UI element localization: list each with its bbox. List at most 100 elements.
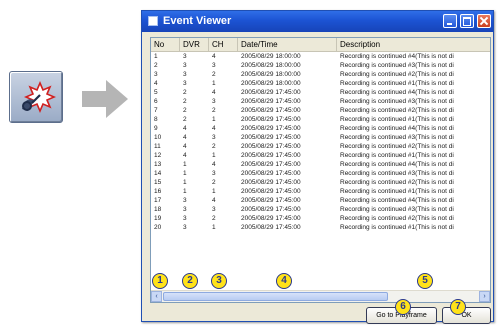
cell-datetime: 2005/08/29 18:00:00 bbox=[241, 53, 301, 60]
cell-no: 16 bbox=[154, 188, 162, 195]
cell-dvr: 3 bbox=[183, 80, 187, 87]
cell-no: 6 bbox=[154, 98, 158, 105]
cell-ch: 4 bbox=[212, 197, 216, 204]
cell-description: Recording is continued #4(This is not di bbox=[340, 125, 454, 132]
cell-ch: 2 bbox=[212, 71, 216, 78]
cell-ch: 4 bbox=[212, 125, 216, 132]
cell-datetime: 2005/08/29 17:45:00 bbox=[241, 143, 301, 150]
table-row[interactable]: 9 4 4 2005/08/29 17:45:00 Recording is conti… bbox=[151, 124, 490, 133]
scroll-right-icon[interactable]: › bbox=[479, 291, 490, 302]
cell-description: Recording is continued #2(This is not di bbox=[340, 215, 454, 222]
table-row[interactable]: 7 2 2 2005/08/29 17:45:00 Recording is conti… bbox=[151, 106, 490, 115]
cell-no: 17 bbox=[154, 197, 162, 204]
cell-ch: 1 bbox=[212, 80, 216, 87]
cell-dvr: 3 bbox=[183, 224, 187, 231]
table-row[interactable]: 16 1 1 2005/08/29 17:45:00 Recording is cont… bbox=[151, 187, 490, 196]
callout-4: 4 bbox=[276, 273, 292, 289]
cell-datetime: 2005/08/29 17:45:00 bbox=[241, 179, 301, 186]
cell-description: Recording is continued #1(This is not di bbox=[340, 224, 454, 231]
cell-description: Recording is continued #4(This is not di bbox=[340, 197, 454, 204]
cell-dvr: 2 bbox=[183, 89, 187, 96]
table-row[interactable]: 5 2 4 2005/08/29 17:45:00 Recording is conti… bbox=[151, 88, 490, 97]
cell-no: 15 bbox=[154, 179, 162, 186]
callout-7: 7 bbox=[450, 299, 466, 315]
cell-datetime: 2005/08/29 17:45:00 bbox=[241, 125, 301, 132]
table-row[interactable]: 3 3 2 2005/08/29 18:00:00 Recording is conti… bbox=[151, 70, 490, 79]
maximize-button[interactable] bbox=[460, 14, 474, 28]
event-viewer-launch-button[interactable] bbox=[9, 71, 63, 123]
column-header-no[interactable]: No bbox=[151, 38, 180, 51]
table-row[interactable]: 12 4 1 2005/08/29 17:45:00 Recording is cont… bbox=[151, 151, 490, 160]
cell-datetime: 2005/08/29 17:45:00 bbox=[241, 206, 301, 213]
ok-button[interactable]: OK bbox=[442, 307, 491, 324]
cell-no: 9 bbox=[154, 125, 158, 132]
cell-datetime: 2005/08/29 17:45:00 bbox=[241, 152, 301, 159]
cell-no: 12 bbox=[154, 152, 162, 159]
table-row[interactable]: 6 2 3 2005/08/29 17:45:00 Recording is conti… bbox=[151, 97, 490, 106]
event-list[interactable]: No DVR CH Date/Time Description 1 3 4 2005/… bbox=[150, 37, 491, 303]
cell-dvr: 4 bbox=[183, 125, 187, 132]
cell-ch: 1 bbox=[212, 116, 216, 123]
title-bar[interactable]: Event Viewer bbox=[142, 11, 493, 32]
list-rows: 1 3 4 2005/08/29 18:00:00 Recording is conti… bbox=[151, 52, 490, 232]
table-row[interactable]: 20 3 1 2005/08/29 17:45:00 Recording is cont… bbox=[151, 223, 490, 232]
table-row[interactable]: 11 4 2 2005/08/29 17:45:00 Recording is cont… bbox=[151, 142, 490, 151]
cell-no: 5 bbox=[154, 89, 158, 96]
table-row[interactable]: 15 1 2 2005/08/29 17:45:00 Recording is cont… bbox=[151, 178, 490, 187]
table-row[interactable]: 8 2 1 2005/08/29 17:45:00 Recording is conti… bbox=[151, 115, 490, 124]
cell-datetime: 2005/08/29 17:45:00 bbox=[241, 170, 301, 177]
cell-ch: 2 bbox=[212, 215, 216, 222]
table-row[interactable]: 10 4 3 2005/08/29 17:45:00 Recording is cont… bbox=[151, 133, 490, 142]
cell-datetime: 2005/08/29 17:45:00 bbox=[241, 89, 301, 96]
cell-datetime: 2005/08/29 17:45:00 bbox=[241, 107, 301, 114]
column-header-dvr[interactable]: DVR bbox=[180, 38, 209, 51]
callout-5: 5 bbox=[417, 273, 433, 289]
scroll-left-icon[interactable]: ‹ bbox=[151, 291, 162, 302]
cell-ch: 4 bbox=[212, 89, 216, 96]
cell-dvr: 2 bbox=[183, 107, 187, 114]
cell-no: 18 bbox=[154, 206, 162, 213]
cell-description: Recording is continued #4(This is not di bbox=[340, 161, 454, 168]
cell-ch: 4 bbox=[212, 161, 216, 168]
table-row[interactable]: 1 3 4 2005/08/29 18:00:00 Recording is conti… bbox=[151, 52, 490, 61]
cell-no: 2 bbox=[154, 62, 158, 69]
window-app-icon bbox=[148, 16, 158, 26]
scrollbar-thumb[interactable] bbox=[163, 292, 388, 301]
cell-description: Recording is continued #1(This is not di bbox=[340, 80, 454, 87]
callout-2: 2 bbox=[182, 273, 198, 289]
table-row[interactable]: 13 1 4 2005/08/29 17:45:00 Recording is cont… bbox=[151, 160, 490, 169]
table-row[interactable]: 19 3 2 2005/08/29 17:45:00 Recording is cont… bbox=[151, 214, 490, 223]
close-button[interactable] bbox=[477, 14, 491, 28]
column-header-description[interactable]: Description bbox=[337, 38, 490, 51]
table-row[interactable]: 18 3 3 2005/08/29 17:45:00 Recording is cont… bbox=[151, 205, 490, 214]
cell-datetime: 2005/08/29 17:45:00 bbox=[241, 197, 301, 204]
cell-dvr: 2 bbox=[183, 98, 187, 105]
cell-description: Recording is continued #3(This is not di bbox=[340, 134, 454, 141]
minimize-button[interactable] bbox=[443, 14, 457, 28]
table-row[interactable]: 17 3 4 2005/08/29 17:45:00 Recording is cont… bbox=[151, 196, 490, 205]
arrow-right-icon bbox=[82, 80, 128, 118]
column-header-ch[interactable]: CH bbox=[209, 38, 238, 51]
window-title: Event Viewer bbox=[163, 15, 232, 27]
table-row[interactable]: 2 3 3 2005/08/29 18:00:00 Recording is conti… bbox=[151, 61, 490, 70]
cell-no: 1 bbox=[154, 53, 158, 60]
cell-datetime: 2005/08/29 18:00:00 bbox=[241, 80, 301, 87]
table-row[interactable]: 14 1 3 2005/08/29 17:45:00 Recording is cont… bbox=[151, 169, 490, 178]
cell-description: Recording is continued #3(This is not di bbox=[340, 206, 454, 213]
cell-description: Recording is continued #2(This is not di bbox=[340, 107, 454, 114]
table-row[interactable]: 4 3 1 2005/08/29 18:00:00 Recording is conti… bbox=[151, 79, 490, 88]
horizontal-scrollbar[interactable]: ‹ › bbox=[151, 290, 490, 302]
cell-no: 13 bbox=[154, 161, 162, 168]
cell-description: Recording is continued #2(This is not di bbox=[340, 179, 454, 186]
cell-ch: 3 bbox=[212, 62, 216, 69]
cell-datetime: 2005/08/29 18:00:00 bbox=[241, 71, 301, 78]
cell-ch: 3 bbox=[212, 98, 216, 105]
cell-no: 14 bbox=[154, 170, 162, 177]
column-header-datetime[interactable]: Date/Time bbox=[238, 38, 337, 51]
cell-datetime: 2005/08/29 17:45:00 bbox=[241, 224, 301, 231]
cell-description: Recording is continued #3(This is not di bbox=[340, 170, 454, 177]
cell-no: 7 bbox=[154, 107, 158, 114]
cell-description: Recording is continued #1(This is not di bbox=[340, 116, 454, 123]
cell-description: Recording is continued #3(This is not di bbox=[340, 98, 454, 105]
cell-description: Recording is continued #4(This is not di bbox=[340, 53, 454, 60]
